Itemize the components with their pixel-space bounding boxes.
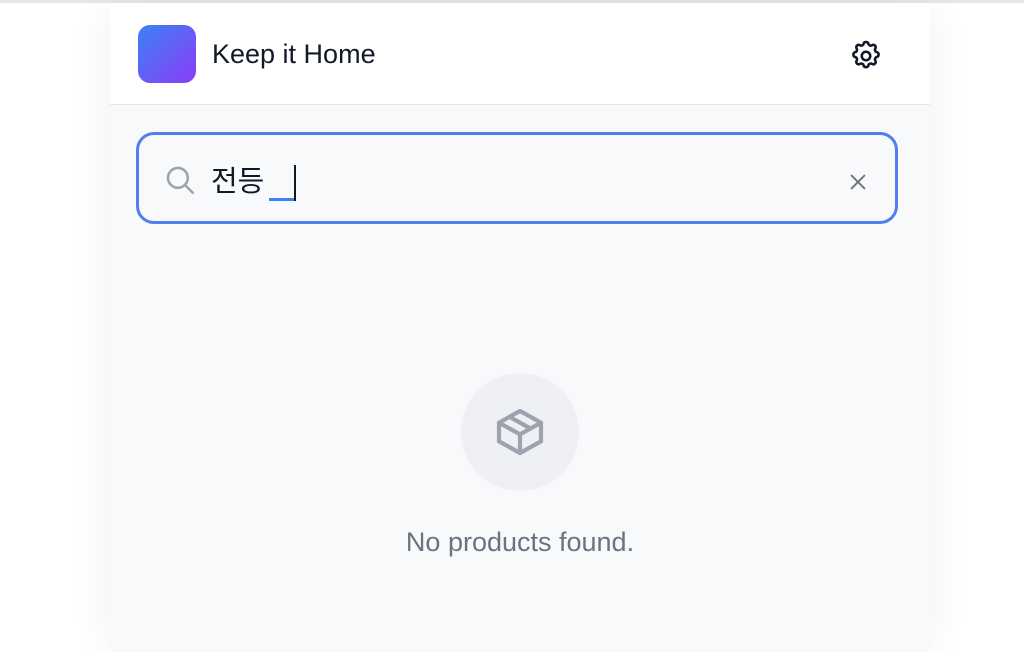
app-header: Keep it Home — [110, 3, 930, 105]
search-icon — [166, 166, 195, 195]
package-icon — [496, 408, 544, 456]
settings-button[interactable] — [846, 36, 886, 76]
empty-state-message: No products found. — [405, 527, 635, 557]
empty-state-icon-circle — [461, 373, 579, 491]
app-logo — [138, 25, 196, 83]
search-box — [136, 132, 898, 224]
gear-icon — [852, 40, 880, 69]
clear-search-button[interactable] — [841, 165, 875, 199]
text-caret — [294, 165, 296, 201]
close-icon — [850, 174, 866, 190]
empty-state: No products found. — [110, 373, 930, 558]
ime-composition-underline — [269, 198, 295, 201]
app-title: Keep it Home — [212, 39, 376, 69]
app-panel: Keep it Home 전등 No products found. — [110, 3, 930, 652]
